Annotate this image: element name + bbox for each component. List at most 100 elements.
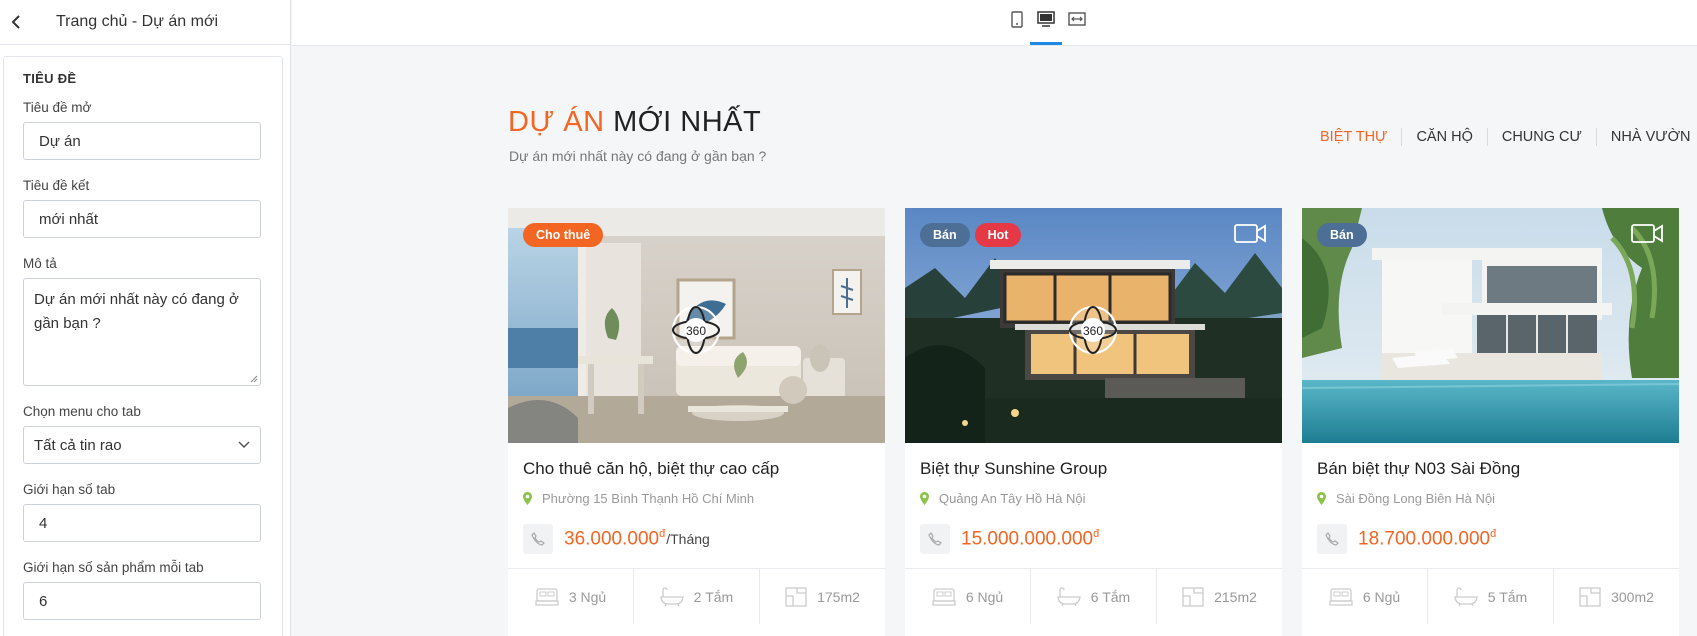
floorplan-icon [785,586,807,607]
project-card[interactable]: Bán Hot 360 Biệt thự Sunshine Group Quản… [905,208,1282,636]
tab-can-ho[interactable]: CĂN HỘ [1402,128,1488,146]
spec-area: 175m2 [760,569,885,624]
spec-bedrooms: 6 Ngủ [905,569,1031,624]
bedrooms-text: 3 Ngủ [568,588,607,605]
badge-rent: Cho thuê [523,223,604,247]
title-close-input[interactable]: mới nhất [23,200,261,238]
floorplan-icon [1579,586,1601,607]
project-card[interactable]: Cho thuê 360 Cho thuê căn hộ, biệt thự c… [508,208,885,636]
title-rest: MỚI NHẤT [613,106,762,138]
bathrooms-text: 2 Tắm [693,588,734,605]
product-limit-label: Giới hạn số sản phẩm mỗi tab [23,560,204,575]
card-title[interactable]: Bán biệt thự N03 Sài Đồng [1317,459,1520,479]
price-row: 18.700.000.000đ [1317,524,1496,554]
active-device-indicator [1030,42,1062,45]
badge-sale: Bán [1317,223,1367,247]
panorama-360-icon[interactable]: 360 [1067,304,1119,356]
bedrooms-text: 6 Ngủ [965,588,1004,605]
card-image[interactable]: Cho thuê 360 [508,208,885,443]
map-pin-icon [920,492,929,505]
svg-text:360: 360 [686,324,706,338]
badge-sale: Bán [920,223,970,247]
project-card[interactable]: Bán Bán biệt thự N03 Sài Đồng Sài Đồng L… [1302,208,1679,636]
tab-menu-select[interactable]: Tất cả tin rao [23,426,261,464]
currency: đ [1490,527,1497,540]
currency: đ [659,527,666,540]
tab-menu-label: Chọn menu cho tab [23,404,141,419]
fullwidth-icon[interactable] [1066,9,1088,29]
price-value: 36.000.000đ/Tháng [564,528,710,550]
price-amount: 18.700.000.000 [1358,528,1491,550]
card-image[interactable]: Bán Hot 360 [905,208,1282,443]
tab-menu-value: Tất cả tin rao [34,436,122,454]
card-image[interactable]: Bán [1302,208,1679,443]
chevron-down-icon [238,441,250,449]
phone-icon[interactable] [920,524,950,554]
bed-icon [1329,587,1353,606]
area-text: 300m2 [1611,588,1654,605]
spec-area: 300m2 [1554,569,1679,624]
tab-biet-thu[interactable]: BIỆT THỰ [1320,128,1403,146]
price-amount: 36.000.000 [564,528,660,550]
title-accent: DỰ ÁN [508,106,605,138]
editor-sidebar: Trang chủ - Dự án mới TIÊU ĐỀ Tiêu đề mở… [0,0,291,636]
desktop-icon[interactable] [1035,9,1057,29]
resize-grip-icon[interactable] [250,375,258,383]
location-text: Sài Đồng Long Biên Hà Nội [1336,491,1495,506]
spec-bathrooms: 2 Tắm [634,569,760,624]
currency: đ [1093,527,1100,540]
mobile-icon[interactable] [1006,9,1028,29]
back-arrow-icon[interactable] [6,12,26,32]
badge-group: Cho thuê [523,223,604,247]
spec-bedrooms: 6 Ngủ [1302,569,1428,624]
price-unit: /Tháng [666,531,710,548]
tab-nha-vuon[interactable]: NHÀ VƯỜN [1597,128,1691,146]
area-text: 215m2 [1214,588,1257,605]
preview-toolbar [292,0,1697,46]
area-text: 175m2 [817,588,860,605]
editor-title: Trang chủ - Dự án mới [56,13,218,30]
bathrooms-text: 6 Tắm [1090,588,1131,605]
spec-area: 215m2 [1157,569,1282,624]
badge-hot: Hot [974,223,1022,247]
bathtub-icon [1454,586,1478,606]
description-text: Dự án mới nhất này có đang ở gần bạn ? [34,291,239,332]
title-close-label: Tiêu đề kết [23,178,90,193]
section-subtitle: Dự án mới nhất này có đang ở gần bạn ? [509,148,767,164]
category-tabs: BIỆT THỰ CĂN HỘ CHUNG CƯ NHÀ VƯỜN [1320,128,1691,146]
card-location: Sài Đồng Long Biên Hà Nội [1317,491,1495,506]
video-camera-icon[interactable] [1631,222,1663,244]
card-specs: 6 Ngủ 5 Tắm 300m2 [1302,568,1679,624]
description-label: Mô tả [23,256,57,271]
description-textarea[interactable]: Dự án mới nhất này có đang ở gần bạn ? [23,278,261,386]
title-open-label: Tiêu đề mở [23,100,92,115]
title-settings-panel: TIÊU ĐỀ Tiêu đề mở Dự án Tiêu đề kết mới… [3,56,283,636]
card-title[interactable]: Biệt thự Sunshine Group [920,459,1107,479]
product-limit-input[interactable]: 6 [23,582,261,620]
spec-bathrooms: 6 Tắm [1031,569,1157,624]
card-location: Quảng An Tây Hồ Hà Nội [920,491,1085,506]
phone-icon[interactable] [1317,524,1347,554]
card-specs: 3 Ngủ 2 Tắm 175m2 [508,568,885,624]
title-open-input[interactable]: Dự án [23,122,261,160]
price-amount: 15.000.000.000 [961,528,1094,550]
card-location: Phường 15 Bình Thạnh Hồ Chí Minh [523,491,754,506]
bathtub-icon [1057,586,1081,606]
bedrooms-text: 6 Ngủ [1362,588,1401,605]
location-text: Quảng An Tây Hồ Hà Nội [939,491,1086,506]
panorama-360-icon[interactable]: 360 [670,304,722,356]
bathrooms-text: 5 Tắm [1487,588,1528,605]
bed-icon [932,587,956,606]
price-value: 18.700.000.000đ [1358,528,1496,550]
tab-chung-cu[interactable]: CHUNG CƯ [1488,128,1597,146]
map-pin-icon [523,492,532,505]
price-row: 15.000.000.000đ [920,524,1099,554]
panel-heading: TIÊU ĐỀ [23,71,77,86]
spec-bathrooms: 5 Tắm [1428,569,1554,624]
video-camera-icon[interactable] [1234,222,1266,244]
tab-limit-input[interactable]: 4 [23,504,261,542]
bathtub-icon [660,586,684,606]
card-title[interactable]: Cho thuê căn hộ, biệt thự cao cấp [523,459,779,479]
section-title: DỰ ÁN MỚI NHẤT [508,106,761,139]
phone-icon[interactable] [523,524,553,554]
